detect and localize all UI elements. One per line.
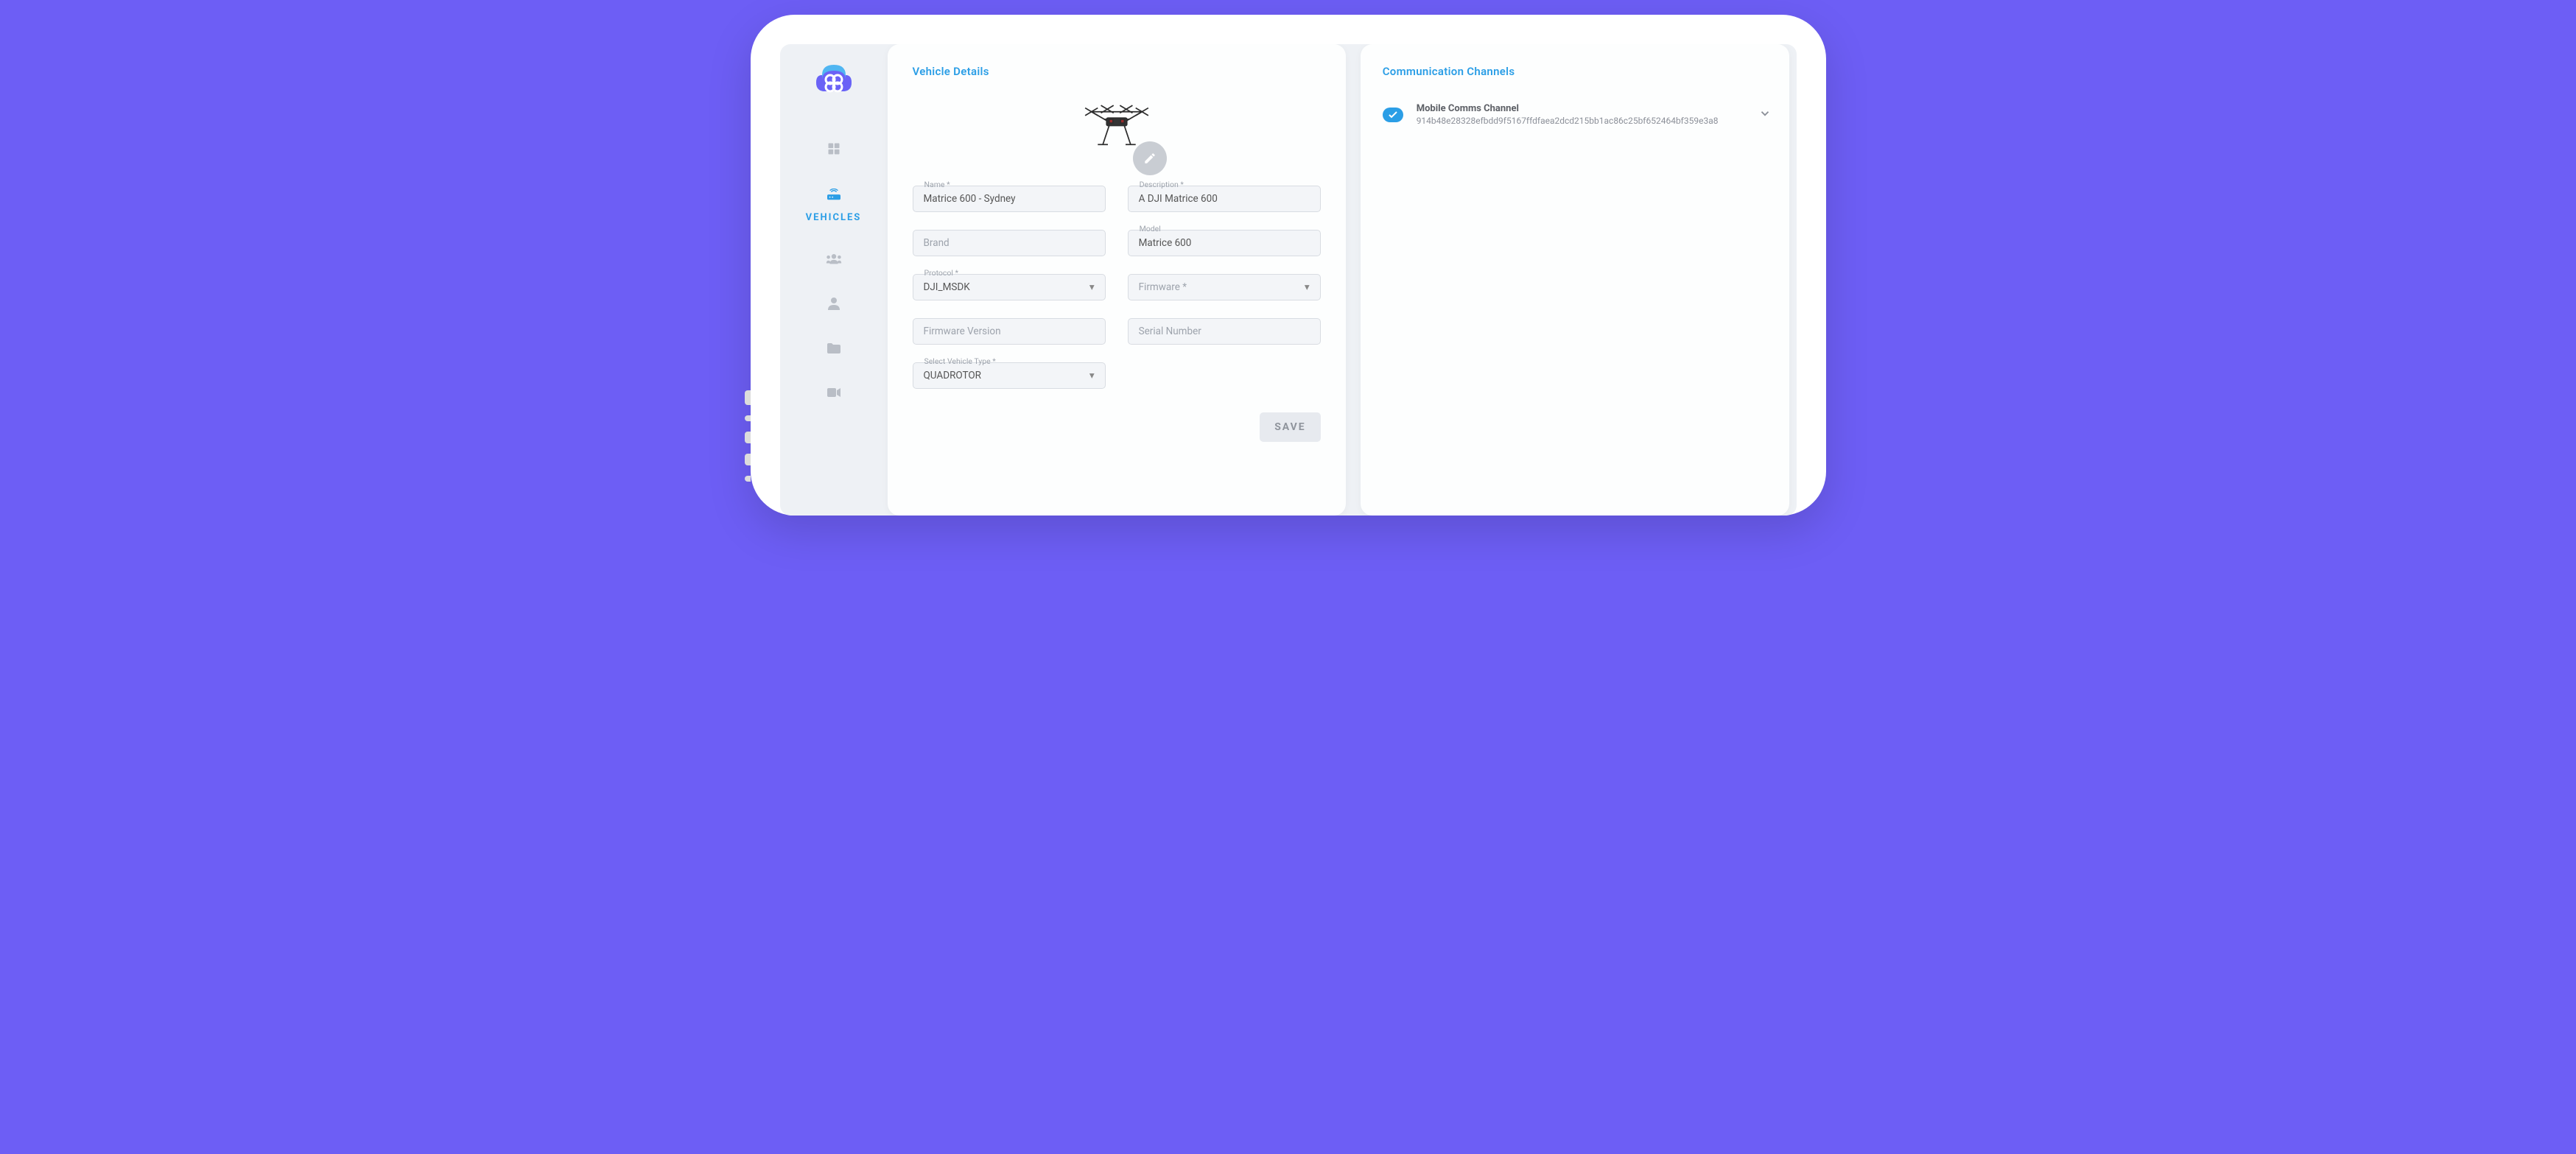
label-name: Name * [923, 180, 952, 189]
sidebar-item-vehicles[interactable]: VEHICLES [780, 174, 888, 238]
communication-channels-card: Communication Channels Mobile Comms Chan… [1361, 44, 1789, 516]
select-firmware[interactable]: Firmware * ▾ [1128, 274, 1321, 300]
input-firmware-version[interactable] [913, 318, 1106, 345]
pencil-icon [1143, 152, 1157, 165]
sidebar-nav: VEHICLES [780, 44, 888, 516]
field-brand [913, 230, 1106, 256]
person-icon [827, 297, 840, 313]
select-protocol-value: DJI_MSDK [924, 281, 970, 293]
field-serial-number [1128, 318, 1321, 345]
app-logo [809, 57, 859, 97]
channel-id: 914b48e28328efbdd9f5167ffdfaea2dcd215bb1… [1417, 116, 1745, 126]
label-model: Model [1138, 224, 1162, 233]
vehicle-router-icon [826, 189, 842, 205]
channel-name: Mobile Comms Channel [1417, 103, 1745, 114]
field-description: Description * [1128, 186, 1321, 212]
main-content: Vehicle Details [888, 44, 1797, 516]
people-icon [825, 253, 843, 267]
label-vehicle-type: Select Vehicle Type * [923, 356, 997, 366]
communication-channels-title: Communication Channels [1383, 65, 1772, 78]
tablet-button [745, 390, 751, 405]
field-firmware: Firmware * ▾ [1128, 274, 1321, 300]
input-model[interactable] [1128, 230, 1321, 256]
sidebar-item-dashboard[interactable] [780, 127, 888, 174]
videocam-icon [827, 387, 841, 401]
tablet-frame: VEHICLES [751, 15, 1826, 516]
sidebar-item-files[interactable] [780, 328, 888, 372]
field-protocol: Protocol * DJI_MSDK ▾ [913, 274, 1106, 300]
folder-icon [827, 342, 841, 357]
caret-down-icon: ▾ [1305, 281, 1310, 293]
save-button[interactable]: SAVE [1260, 412, 1321, 442]
vehicle-details-card: Vehicle Details [888, 44, 1346, 516]
sidebar-item-user[interactable] [780, 282, 888, 328]
caret-down-icon: ▾ [1089, 281, 1095, 293]
field-model: Model [1128, 230, 1321, 256]
sidebar-label-vehicles: VEHICLES [806, 212, 862, 223]
tablet-button [745, 454, 751, 465]
field-vehicle-type: Select Vehicle Type * QUADROTOR ▾ [913, 362, 1106, 389]
channel-text: Mobile Comms Channel 914b48e28328efbdd9f… [1417, 103, 1745, 126]
input-description[interactable] [1128, 186, 1321, 212]
vehicle-details-title: Vehicle Details [913, 65, 1321, 78]
chevron-down-icon[interactable] [1758, 107, 1772, 123]
input-name[interactable] [913, 186, 1106, 212]
field-firmware-version [913, 318, 1106, 345]
label-protocol: Protocol * [923, 268, 961, 278]
edit-image-button[interactable] [1133, 141, 1167, 175]
dashboard-icon [827, 141, 841, 159]
sidebar-item-video[interactable] [780, 372, 888, 415]
vehicle-form: Name * Description * Model [913, 186, 1321, 442]
field-name: Name * [913, 186, 1106, 212]
input-brand[interactable] [913, 230, 1106, 256]
tablet-button [745, 415, 751, 421]
vehicle-image-container [913, 97, 1321, 163]
select-vehicle-type[interactable]: QUADROTOR ▾ [913, 362, 1106, 389]
select-vehicle-type-value: QUADROTOR [924, 370, 981, 381]
sidebar-item-teams[interactable] [780, 238, 888, 282]
tablet-button [745, 476, 751, 482]
tablet-physical-buttons [745, 390, 751, 492]
app-screen: VEHICLES [780, 44, 1797, 516]
input-serial-number[interactable] [1128, 318, 1321, 345]
select-firmware-placeholder: Firmware * [1139, 281, 1187, 293]
tablet-button [745, 432, 751, 443]
caret-down-icon: ▾ [1089, 370, 1095, 381]
label-description: Description * [1138, 180, 1185, 189]
cloud-check-icon [1383, 108, 1403, 122]
select-protocol[interactable]: DJI_MSDK ▾ [913, 274, 1106, 300]
channel-row[interactable]: Mobile Comms Channel 914b48e28328efbdd9f… [1383, 97, 1772, 132]
